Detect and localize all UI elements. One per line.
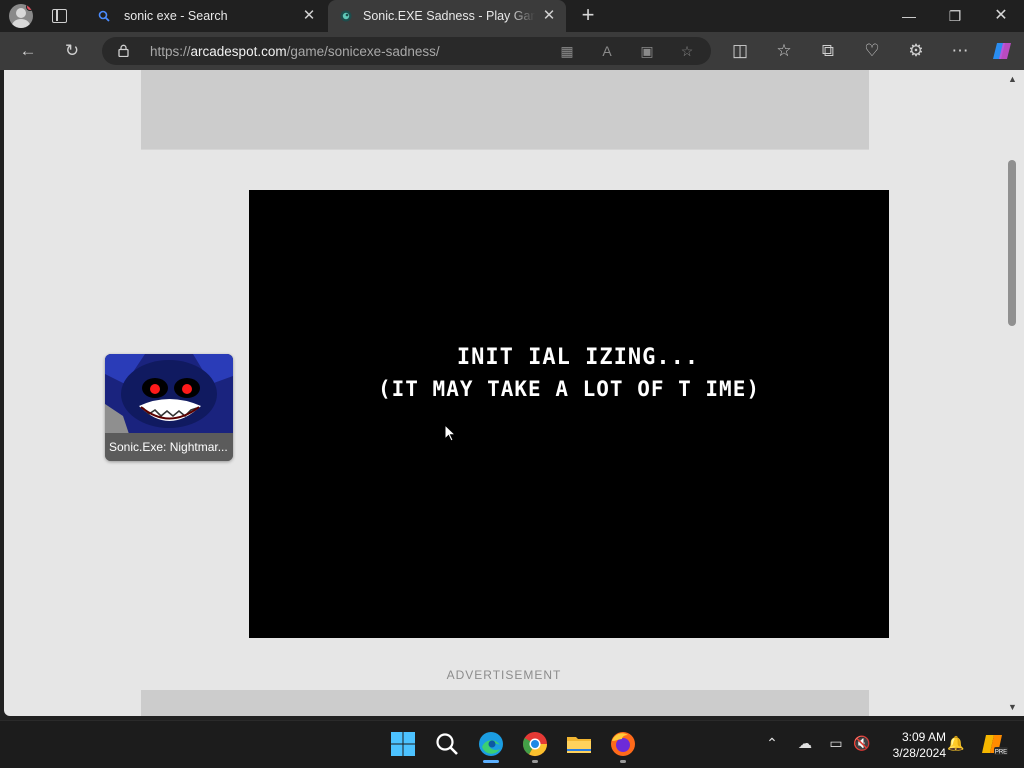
close-window-icon[interactable]: ✕ — [978, 0, 1024, 32]
split-screen-icon[interactable]: ◫ — [727, 38, 753, 64]
immersive-reader-icon[interactable]: ▣ — [637, 41, 657, 61]
close-tab-icon[interactable]: ✕ — [300, 7, 318, 25]
advertisement-label: ADVERTISEMENT — [446, 668, 562, 682]
search-icon[interactable] — [432, 729, 462, 759]
extensions-icon[interactable]: ⚙ — [903, 38, 929, 64]
taskbar-clock[interactable]: 3:09 AM 3/28/2024 — [880, 729, 946, 761]
minimize-icon[interactable]: — — [886, 0, 932, 32]
arcadespot-favicon-icon — [340, 10, 352, 22]
browser-toolbar: ← ↻ https://arcadespot.com/game/sonicexe… — [0, 32, 1024, 70]
related-game-card[interactable]: Sonic.Exe: Nightmar... — [105, 354, 233, 461]
back-arrow-icon[interactable]: ← — [15, 38, 41, 64]
collections-icon[interactable]: ⧉ — [815, 38, 841, 64]
search-favicon-icon — [98, 10, 110, 22]
chrome-running-indicator — [532, 760, 538, 763]
bottom-advertisement-slot — [141, 690, 869, 716]
game-loading-text: INIT IAL IZING... — [456, 345, 700, 370]
new-tab-plus-icon[interactable]: + — [577, 4, 599, 27]
related-game-title: Sonic.Exe: Nightmar... — [105, 433, 233, 461]
apps-grid-icon[interactable]: ▦ — [557, 41, 577, 61]
copilot-icon[interactable] — [989, 38, 1015, 64]
show-hidden-icons-chevron-icon[interactable]: ⌃ — [762, 735, 782, 752]
address-bar[interactable]: https://arcadespot.com/game/sonicexe-sad… — [102, 37, 711, 65]
mouse-cursor-icon — [444, 424, 456, 442]
svg-text:PRE: PRE — [995, 750, 1007, 756]
top-advertisement-slot — [141, 70, 869, 150]
url-text[interactable]: https://arcadespot.com/game/sonicexe-sad… — [150, 44, 440, 59]
windows-start-icon[interactable] — [388, 729, 418, 759]
windows-taskbar: ⌃ ☁ ▭ 🔇 3:09 AM 3/28/2024 🔔 PRE — [0, 720, 1024, 768]
tab-label: Sonic.EXE Sadness - Play Game O — [363, 9, 535, 23]
page-viewport: INIT IAL IZING... (IT MAY TAKE A LOT OF … — [4, 70, 1004, 716]
game-canvas[interactable]: INIT IAL IZING... (IT MAY TAKE A LOT OF … — [249, 190, 889, 638]
display-icon[interactable]: ▭ — [826, 735, 846, 752]
tab-sonic-exe-sadness[interactable]: Sonic.EXE Sadness - Play Game O ✕ — [328, 0, 566, 32]
edge-running-indicator — [483, 760, 499, 763]
onedrive-cloud-icon[interactable]: ☁ — [795, 735, 815, 752]
more-menu-icon[interactable]: ⋯ — [947, 38, 973, 64]
browser-essentials-icon[interactable]: ♡ — [859, 38, 885, 64]
firefox-icon[interactable] — [608, 729, 638, 759]
profile-avatar-icon[interactable] — [9, 4, 33, 28]
favorites-icon[interactable]: ☆ — [771, 38, 797, 64]
scroll-up-icon[interactable]: ▲ — [1008, 74, 1017, 84]
clock-date: 3/28/2024 — [892, 746, 946, 760]
close-tab-icon[interactable]: ✕ — [540, 7, 558, 25]
tab-actions-icon[interactable] — [52, 9, 67, 23]
chrome-browser-icon[interactable] — [520, 729, 550, 759]
tab-search[interactable]: sonic exe - Search ✕ — [86, 0, 326, 32]
notifications-bell-icon[interactable]: 🔔 — [946, 735, 966, 752]
title-bar: sonic exe - Search ✕ Sonic.EXE Sadness -… — [0, 0, 1024, 32]
scroll-down-icon[interactable]: ▼ — [1008, 702, 1017, 712]
game-loading-subtext: (IT MAY TAKE A LOT OF T IME) — [377, 377, 760, 401]
tab-label: sonic exe - Search — [124, 9, 228, 23]
vertical-scrollbar[interactable]: ▲ ▼ — [1004, 70, 1024, 716]
copilot-preview-icon[interactable]: PRE — [980, 729, 1010, 759]
restore-window-icon[interactable]: ❐ — [932, 0, 978, 32]
file-explorer-icon[interactable] — [564, 729, 594, 759]
sonic-exe-thumbnail-icon — [105, 354, 233, 434]
lock-icon[interactable] — [118, 44, 129, 57]
refresh-icon[interactable]: ↻ — [59, 38, 85, 64]
favorite-star-icon[interactable]: ☆ — [677, 41, 697, 61]
edge-browser-icon[interactable] — [476, 729, 506, 759]
speaker-muted-icon[interactable]: 🔇 — [852, 735, 872, 752]
read-aloud-icon[interactable]: A — [597, 41, 617, 61]
scrollbar-thumb[interactable] — [1008, 160, 1016, 326]
firefox-running-indicator — [620, 760, 626, 763]
clock-time: 3:09 AM — [901, 730, 946, 744]
